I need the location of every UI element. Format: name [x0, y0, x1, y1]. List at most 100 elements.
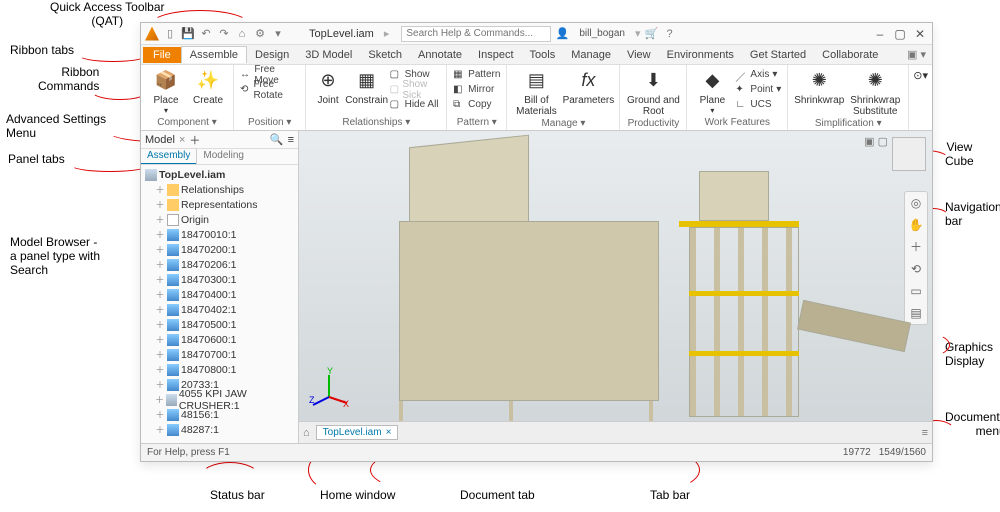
user-icon[interactable]: 👤 — [555, 27, 569, 41]
browser-close-icon[interactable]: × — [179, 134, 185, 146]
tree-part[interactable]: ＋18470200:1 — [141, 242, 298, 257]
save-icon[interactable]: 💾 — [181, 27, 195, 41]
tab-environments[interactable]: Environments — [659, 47, 742, 63]
tab-view[interactable]: View — [619, 47, 659, 63]
tree-part[interactable]: ＋18470010:1 — [141, 227, 298, 242]
tab-assemble[interactable]: Assemble — [181, 46, 247, 63]
tab-annotate[interactable]: Annotate — [410, 47, 470, 63]
help-icon[interactable]: ? — [663, 27, 677, 41]
application-window: ▯ 💾 ↶ ↷ ⌂ ⚙ ▾ TopLevel.iam ▸ 👤 bill_boga… — [140, 22, 933, 462]
tab-design[interactable]: Design — [247, 47, 297, 63]
panel-work-features: ◆Plane▾ ／Axis ▾ ✦Point ▾ ∟UCS Work Featu… — [687, 65, 788, 130]
ground-root-button[interactable]: ⬇Ground and Root — [626, 67, 680, 117]
undo-icon[interactable]: ↶ — [199, 27, 213, 41]
browser-tab-assembly[interactable]: Assembly — [141, 149, 196, 164]
dropdown-icon[interactable]: ▾ — [271, 27, 285, 41]
panel-label-pattern[interactable]: Pattern ▾ — [453, 116, 500, 130]
home-window-button[interactable]: ⌂ — [303, 427, 310, 439]
panel-label-simpl[interactable]: Simplification ▾ — [794, 117, 902, 131]
pattern-button[interactable]: ▦Pattern — [453, 67, 500, 82]
tree-part[interactable]: ＋48287:1 — [141, 422, 298, 437]
tree-part[interactable]: ＋18470402:1 — [141, 302, 298, 317]
copy-button[interactable]: ⧉Copy — [453, 97, 500, 112]
settings-icon[interactable]: ⚙ — [253, 27, 267, 41]
svg-text:Z: Z — [309, 395, 315, 405]
bom-button[interactable]: ▤Bill of Materials — [513, 67, 559, 117]
axis-button[interactable]: ／Axis ▾ — [735, 67, 781, 82]
panel-label-relationships[interactable]: Relationships ▾ — [312, 116, 440, 130]
panel-label-manage[interactable]: Manage ▾ — [513, 117, 613, 131]
tree-part[interactable]: ＋4055 KPI JAW CRUSHER:1 — [141, 392, 298, 407]
nav-orbit-icon[interactable]: ⟲ — [905, 258, 927, 280]
browser-menu-icon[interactable]: ≡ — [288, 134, 294, 146]
panel-label-position[interactable]: Position ▾ — [240, 116, 299, 130]
tree-part[interactable]: ＋18470600:1 — [141, 332, 298, 347]
panel-pattern: ▦Pattern ◧Mirror ⧉Copy Pattern ▾ — [447, 65, 507, 130]
constrain-button[interactable]: ▦Constrain — [348, 67, 386, 106]
browser-tab-modeling[interactable]: Modeling — [196, 149, 250, 164]
user-dropdown-icon[interactable]: ▾ — [635, 27, 641, 40]
tab-collaborate[interactable]: Collaborate — [814, 47, 886, 63]
nav-steering-icon[interactable]: ◎ — [905, 192, 927, 214]
nav-zoom-icon[interactable]: ＋ — [905, 236, 927, 258]
tree-folder[interactable]: ＋Representations — [141, 197, 298, 212]
point-icon: ✦ — [735, 84, 747, 96]
graphics-display[interactable]: ▣ ▢ ◎ ✋ ＋ ⟲ ▭ ▤ — [299, 131, 932, 443]
svg-text:X: X — [343, 399, 349, 407]
panel-label-component[interactable]: Component ▾ — [147, 116, 227, 130]
ucs-button[interactable]: ∟UCS — [735, 97, 781, 112]
minimize-button[interactable]: – — [872, 27, 888, 41]
nav-pan-icon[interactable]: ✋ — [905, 214, 927, 236]
view-cube[interactable] — [892, 137, 926, 171]
point-button[interactable]: ✦Point ▾ — [735, 82, 781, 97]
plane-button[interactable]: ◆Plane▾ — [693, 67, 731, 115]
browser-add-icon[interactable]: ＋ — [189, 132, 200, 148]
callout-panel-tabs: Panel tabs — [8, 152, 65, 166]
tab-tools[interactable]: Tools — [522, 47, 564, 63]
browser-tree[interactable]: TopLevel.iam ＋Relationships＋Representati… — [141, 165, 298, 443]
document-tab[interactable]: TopLevel.iam× — [316, 425, 399, 440]
copy-icon: ⧉ — [453, 99, 465, 111]
create-button[interactable]: ✨Create — [189, 67, 227, 106]
tab-sketch[interactable]: Sketch — [360, 47, 410, 63]
tab-3d-model[interactable]: 3D Model — [297, 47, 360, 63]
cart-icon[interactable]: 🛒 — [645, 27, 659, 41]
tab-manage[interactable]: Manage — [563, 47, 619, 63]
joint-button[interactable]: ⊕Joint — [312, 67, 343, 106]
tree-part[interactable]: ＋18470500:1 — [141, 317, 298, 332]
hide-all-button[interactable]: ▢Hide All — [390, 97, 441, 112]
tree-folder[interactable]: ＋Origin — [141, 212, 298, 227]
place-button[interactable]: 📦Place▾ — [147, 67, 185, 115]
nav-lookat-icon[interactable]: ▭ — [905, 280, 927, 302]
close-button[interactable]: ✕ — [912, 27, 928, 41]
free-rotate-button[interactable]: ⟲Free Rotate — [240, 82, 299, 97]
doc-tab-close-icon[interactable]: × — [386, 427, 392, 438]
show-sick-icon: ▢ — [390, 84, 400, 96]
home-icon[interactable]: ⌂ — [235, 27, 249, 41]
advanced-settings-menu[interactable]: ⊙▾ — [909, 65, 932, 130]
redo-icon[interactable]: ↷ — [217, 27, 231, 41]
ribbon-help-icon[interactable]: ▣ ▾ — [907, 48, 932, 61]
tree-part[interactable]: ＋18470206:1 — [141, 257, 298, 272]
browser-search-icon[interactable]: 🔍 — [270, 133, 284, 146]
maximize-button[interactable]: ▢ — [892, 27, 908, 41]
file-tab[interactable]: File — [143, 47, 181, 63]
tree-part[interactable]: ＋18470800:1 — [141, 362, 298, 377]
tree-folder[interactable]: ＋Relationships — [141, 182, 298, 197]
browser-panel-tabs: Assembly Modeling — [141, 149, 298, 165]
tab-inspect[interactable]: Inspect — [470, 47, 521, 63]
tree-part[interactable]: ＋18470700:1 — [141, 347, 298, 362]
callout-view-cube: View Cube — [945, 140, 974, 168]
documents-menu-icon[interactable]: ≡ — [922, 427, 928, 439]
shrinkwrap-sub-button[interactable]: ✺Shrinkwrap Substitute — [848, 67, 902, 117]
shrinkwrap-button[interactable]: ✺Shrinkwrap — [794, 67, 844, 106]
search-help-input[interactable] — [401, 26, 551, 42]
parameters-button[interactable]: fxParameters — [563, 67, 613, 106]
mirror-button[interactable]: ◧Mirror — [453, 82, 500, 97]
tree-part[interactable]: ＋18470300:1 — [141, 272, 298, 287]
open-icon[interactable]: ▯ — [163, 27, 177, 41]
tree-root[interactable]: TopLevel.iam — [141, 167, 298, 182]
tree-part[interactable]: ＋18470400:1 — [141, 287, 298, 302]
nav-fullnav-icon[interactable]: ▤ — [905, 302, 927, 324]
tab-get-started[interactable]: Get Started — [742, 47, 814, 63]
